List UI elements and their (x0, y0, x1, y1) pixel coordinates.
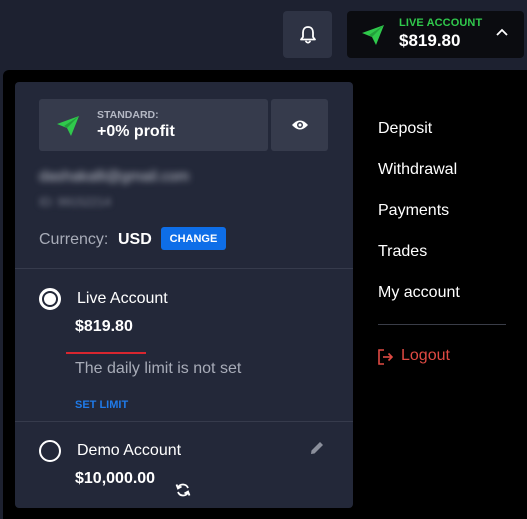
change-currency-button[interactable]: CHANGE (161, 227, 226, 250)
bell-icon (299, 25, 316, 44)
logout-button[interactable]: Logout (401, 347, 450, 365)
menu-trades[interactable]: Trades (378, 243, 427, 261)
eye-icon (291, 120, 308, 130)
menu-payments[interactable]: Payments (378, 202, 449, 220)
set-limit-link[interactable]: SET LIMIT (75, 399, 128, 411)
amount-underline (66, 352, 146, 354)
user-id: ID: 99152214 (39, 195, 112, 209)
toggle-balance-visibility-button[interactable] (271, 99, 328, 151)
live-account-title[interactable]: Live Account (77, 290, 168, 308)
live-account-amount: $819.80 (75, 318, 133, 335)
account-switcher-button[interactable]: LIVE ACCOUNT $819.80 (347, 11, 524, 58)
menu-divider (378, 324, 506, 325)
menu-deposit[interactable]: Deposit (378, 120, 432, 138)
demo-account-radio[interactable] (39, 440, 61, 462)
refresh-icon[interactable] (175, 482, 191, 498)
pencil-icon[interactable] (309, 440, 325, 456)
paper-plane-icon (362, 25, 384, 45)
divider (15, 268, 353, 269)
plan-profit: +0% profit (97, 123, 175, 140)
currency-value: USD (118, 231, 152, 248)
notifications-button[interactable] (283, 11, 332, 58)
demo-account-amount: $10,000.00 (75, 470, 156, 487)
account-type-label: LIVE ACCOUNT (399, 17, 483, 29)
logout-icon[interactable] (377, 348, 395, 366)
plan-name: STANDARD: (97, 109, 159, 121)
currency-label: Currency: (39, 231, 109, 248)
paper-plane-icon (57, 116, 79, 136)
account-card: STANDARD: +0% profit dashakalli@gmail.co… (15, 82, 353, 508)
demo-account-title[interactable]: Demo Account (77, 442, 181, 460)
menu-withdrawal[interactable]: Withdrawal (378, 161, 457, 179)
top-bar: LIVE ACCOUNT $819.80 (0, 0, 527, 70)
plan-box[interactable]: STANDARD: +0% profit (39, 99, 268, 151)
chevron-up-icon[interactable] (496, 28, 508, 36)
account-balance: $819.80 (399, 31, 461, 50)
user-email: dashakalli@gmail.com (39, 168, 190, 185)
live-account-radio[interactable] (39, 288, 61, 310)
daily-limit-text: The daily limit is not set (75, 360, 242, 377)
menu-my-account[interactable]: My account (378, 284, 460, 302)
account-dropdown: STANDARD: +0% profit dashakalli@gmail.co… (3, 70, 527, 519)
divider (15, 421, 353, 422)
